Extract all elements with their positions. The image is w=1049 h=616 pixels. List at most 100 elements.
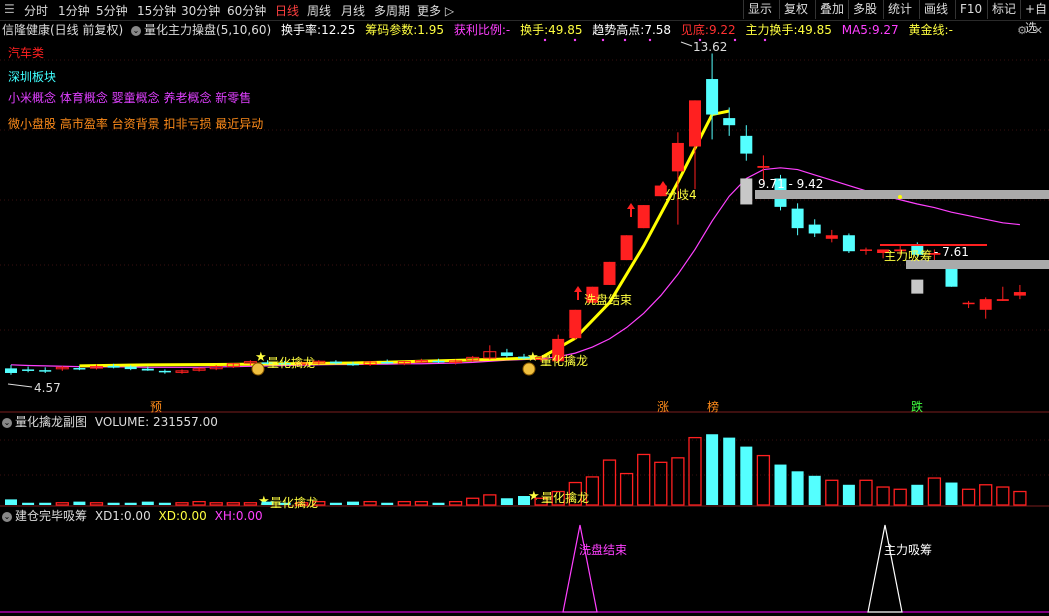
high-pointer	[680, 41, 693, 47]
tags-label[interactable]: 微小盘股 高市盈率 台资背景 扣非亏损 最近异动	[8, 115, 263, 132]
board-label[interactable]: 深圳板块	[8, 68, 56, 85]
volume-panel-title[interactable]: 量化擒龙副图	[15, 415, 87, 429]
timeframe-0[interactable]: 分时	[24, 2, 48, 19]
volume-bar	[619, 472, 634, 506]
toolbar-button-4[interactable]: 统计	[883, 0, 916, 19]
volume-bar	[893, 488, 907, 506]
settings-icon[interactable]: ⚙	[1017, 24, 1027, 37]
timeframe-1[interactable]: 1分钟	[58, 2, 90, 19]
volume-bar	[945, 482, 958, 505]
top-marker-0	[543, 38, 547, 42]
main-indicator-header: 信隆健康(日线 前复权) ⌄ 量化主力操盘(5,10,60) 换手率:12.25 …	[2, 23, 953, 37]
candle-body	[996, 299, 1009, 301]
volume-bar	[602, 459, 617, 506]
timeframe-6[interactable]: 日线	[275, 2, 299, 19]
timeframe-5[interactable]: 60分钟	[227, 2, 266, 19]
timeframe-7[interactable]: 周线	[307, 2, 331, 19]
resistance-dot	[898, 195, 902, 199]
toolbar-button-5[interactable]: 画线	[919, 0, 952, 19]
volume-bar	[73, 501, 86, 505]
volume-bar	[363, 500, 377, 506]
volume-bar	[996, 486, 1010, 506]
dragon-label-1: 量化擒龙	[267, 356, 316, 370]
toolbar-button-0[interactable]: 显示	[743, 0, 776, 19]
indicator-name[interactable]: 量化主力操盘(5,10,60)	[144, 23, 271, 37]
toolbar-button-7[interactable]: 标记	[987, 0, 1020, 19]
volume-bar	[22, 502, 35, 505]
profit-value: -	[505, 23, 511, 37]
volume-bar	[347, 501, 359, 505]
grey-box-2	[911, 279, 924, 294]
timeframe-8[interactable]: 月线	[341, 2, 365, 19]
bottom-wash-label: 洗盘结束	[579, 543, 628, 557]
volume-dragon-label-2: 量化擒龙	[541, 491, 590, 505]
star-icon-0: ★	[255, 350, 267, 365]
toolbar-button-2[interactable]: 叠加	[815, 0, 848, 19]
volume-bar	[740, 446, 753, 505]
candle-body	[500, 352, 513, 356]
timeframe-10[interactable]: 更多 ▷	[417, 2, 454, 19]
volume-bar	[89, 502, 104, 506]
wash-end-label: 洗盘结束	[584, 293, 633, 307]
top-marker-4	[648, 38, 652, 42]
collapse-icon[interactable]: ⌄	[2, 511, 12, 522]
toolbar-button-1[interactable]: 复权	[779, 0, 812, 19]
toolbar-button-6[interactable]: F10	[955, 0, 986, 19]
menu-icon[interactable]: ☰	[4, 2, 15, 16]
close-icon[interactable]: ✕	[1034, 24, 1043, 37]
volume-bar	[723, 437, 736, 505]
timeframe-3[interactable]: 15分钟	[137, 2, 176, 19]
candle-body	[1013, 292, 1026, 296]
collapse-icon[interactable]: ⌄	[131, 25, 142, 36]
absorb-triangle	[867, 524, 903, 613]
candle-body	[73, 368, 86, 370]
xd1-value: 0.00	[123, 509, 151, 523]
candle-body	[124, 366, 137, 370]
volume-bar	[671, 457, 685, 506]
volume-bar	[5, 499, 17, 505]
chip-value: 1.95	[417, 23, 445, 37]
volume-bar	[637, 453, 651, 506]
candle-body	[808, 224, 821, 234]
candle-body	[141, 368, 154, 371]
candle-body	[689, 100, 701, 147]
timeframe-2[interactable]: 5分钟	[96, 2, 128, 19]
volume-bar	[961, 488, 976, 506]
candle-body	[603, 261, 616, 285]
candle-body	[347, 363, 359, 366]
tag-bang: 榜	[707, 400, 720, 414]
candle-body	[671, 142, 684, 172]
sector-label[interactable]: 汽车类	[8, 44, 44, 61]
volume-bar	[500, 498, 513, 505]
volume-bar	[518, 496, 530, 505]
collapse-icon[interactable]: ⌄	[2, 417, 12, 428]
volume-bar	[756, 454, 771, 506]
bottom-panel-title[interactable]: 建仓完毕吸筹	[15, 509, 87, 523]
volume-bar	[791, 471, 804, 505]
timeframe-4[interactable]: 30分钟	[181, 2, 220, 19]
toolbar-button-8[interactable]: +自选	[1020, 0, 1049, 35]
main-hand-value: 49.85	[797, 23, 832, 37]
bottom-absorb-label: 主力吸筹	[884, 543, 933, 557]
absorb-label: 主力吸筹	[884, 249, 933, 263]
candle-body	[791, 208, 804, 229]
bottom-value: 9.22	[708, 23, 736, 37]
period-toolbar: 分时 1分钟 5分钟 15分钟 30分钟 60分钟 日线 周线 月线 多周期 更多 ▷ ☰ 显示 复权 叠加…	[0, 0, 1049, 35]
wash-triangle	[562, 524, 598, 613]
ma5-value: 9.27	[871, 23, 899, 37]
volume-bar	[39, 502, 52, 505]
candle-body	[723, 118, 736, 126]
volume-bar	[979, 484, 993, 506]
bottom-panel-header: ⌄ 建仓完毕吸筹 XD1:0.00 XD:0.00 XH:0.00	[2, 509, 263, 523]
concepts-label[interactable]: 小米概念 体育概念 婴童概念 养老概念 新零售	[8, 89, 251, 106]
resistance-bar-1	[755, 190, 1049, 199]
toolbar-button-3[interactable]: 多股	[848, 0, 881, 19]
volume-bar	[243, 502, 258, 506]
timeframe-9[interactable]: 多周期	[374, 2, 410, 19]
volume-bar	[688, 436, 702, 506]
trend-value: 7.58	[644, 23, 672, 37]
stock-title[interactable]: 信隆健康(日线 前复权)	[2, 23, 123, 37]
candle-body	[825, 235, 838, 239]
gold-value: -	[948, 23, 953, 37]
volume-bar	[124, 502, 137, 505]
